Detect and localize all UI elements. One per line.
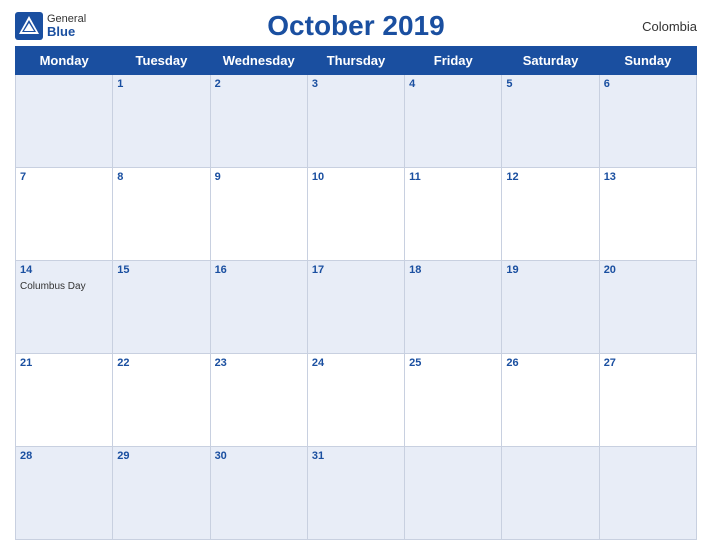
day-number: 14	[20, 264, 108, 276]
day-number: 19	[506, 264, 594, 276]
weekday-header-row: MondayTuesdayWednesdayThursdayFridaySatu…	[16, 47, 697, 75]
day-number: 22	[117, 357, 205, 369]
calendar-day-cell: 17	[307, 261, 404, 354]
weekday-header-tuesday: Tuesday	[113, 47, 210, 75]
day-number: 8	[117, 171, 205, 183]
day-number: 26	[506, 357, 594, 369]
calendar-week-row: 21 22 23 24 25 26 27	[16, 354, 697, 447]
calendar-day-cell: 8	[113, 168, 210, 261]
calendar-day-cell: 24	[307, 354, 404, 447]
day-number: 18	[409, 264, 497, 276]
calendar-day-cell: 27	[599, 354, 696, 447]
calendar-title: October 2019	[267, 10, 444, 42]
weekday-header-thursday: Thursday	[307, 47, 404, 75]
calendar-day-cell: 5	[502, 75, 599, 168]
day-number: 30	[215, 450, 303, 462]
logo-blue-text: Blue	[47, 25, 86, 39]
calendar-day-cell: 21	[16, 354, 113, 447]
calendar-week-row: 789 10 11 12 13	[16, 168, 697, 261]
weekday-header-saturday: Saturday	[502, 47, 599, 75]
calendar-day-cell: 28	[16, 447, 113, 540]
calendar-day-cell: 16	[210, 261, 307, 354]
day-number: 11	[409, 171, 497, 183]
calendar-wrapper: General Blue October 2019 Colombia Monda…	[0, 0, 712, 550]
logo-icon	[15, 12, 43, 40]
calendar-day-cell	[16, 75, 113, 168]
calendar-day-cell: 11	[405, 168, 502, 261]
day-number: 17	[312, 264, 400, 276]
calendar-day-cell: 29	[113, 447, 210, 540]
day-number: 2	[215, 78, 303, 90]
day-number: 15	[117, 264, 205, 276]
day-number: 23	[215, 357, 303, 369]
calendar-table: MondayTuesdayWednesdayThursdayFridaySatu…	[15, 46, 697, 540]
logo-text: General Blue	[47, 13, 86, 39]
calendar-day-cell: 4	[405, 75, 502, 168]
calendar-day-cell: 23	[210, 354, 307, 447]
calendar-day-cell	[502, 447, 599, 540]
calendar-day-cell: 19	[502, 261, 599, 354]
day-number: 4	[409, 78, 497, 90]
calendar-day-cell: 25	[405, 354, 502, 447]
calendar-day-cell	[599, 447, 696, 540]
calendar-day-cell: 12	[502, 168, 599, 261]
day-number: 24	[312, 357, 400, 369]
day-number: 9	[215, 171, 303, 183]
calendar-day-cell: 7	[16, 168, 113, 261]
weekday-header-wednesday: Wednesday	[210, 47, 307, 75]
calendar-header: General Blue October 2019 Colombia	[15, 10, 697, 42]
calendar-day-cell	[405, 447, 502, 540]
day-number: 16	[215, 264, 303, 276]
day-number: 31	[312, 450, 400, 462]
calendar-day-cell: 26	[502, 354, 599, 447]
calendar-day-cell: 18	[405, 261, 502, 354]
calendar-day-cell: 6	[599, 75, 696, 168]
weekday-header-sunday: Sunday	[599, 47, 696, 75]
day-event: Columbus Day	[20, 281, 86, 292]
weekday-header-friday: Friday	[405, 47, 502, 75]
day-number: 5	[506, 78, 594, 90]
logo: General Blue	[15, 12, 86, 40]
calendar-day-cell: 20	[599, 261, 696, 354]
weekday-header-monday: Monday	[16, 47, 113, 75]
calendar-day-cell: 3	[307, 75, 404, 168]
calendar-day-cell: 15	[113, 261, 210, 354]
calendar-day-cell: 9	[210, 168, 307, 261]
calendar-day-cell: 10	[307, 168, 404, 261]
day-number: 21	[20, 357, 108, 369]
day-number: 13	[604, 171, 692, 183]
day-number: 12	[506, 171, 594, 183]
calendar-day-cell: 14 Columbus Day	[16, 261, 113, 354]
day-number: 20	[604, 264, 692, 276]
calendar-day-cell: 31	[307, 447, 404, 540]
day-number: 28	[20, 450, 108, 462]
day-number: 29	[117, 450, 205, 462]
day-number: 25	[409, 357, 497, 369]
calendar-day-cell: 2	[210, 75, 307, 168]
day-number: 6	[604, 78, 692, 90]
calendar-day-cell: 1	[113, 75, 210, 168]
calendar-week-row: 123456	[16, 75, 697, 168]
calendar-week-row: 28 29 30 31	[16, 447, 697, 540]
day-number: 3	[312, 78, 400, 90]
calendar-day-cell: 13	[599, 168, 696, 261]
day-number: 1	[117, 78, 205, 90]
day-number: 10	[312, 171, 400, 183]
calendar-day-cell: 22	[113, 354, 210, 447]
day-number: 7	[20, 171, 108, 183]
country-label: Colombia	[642, 19, 697, 34]
calendar-week-row: 14 Columbus Day 15 16 17 18 19 20	[16, 261, 697, 354]
day-number: 27	[604, 357, 692, 369]
calendar-day-cell: 30	[210, 447, 307, 540]
